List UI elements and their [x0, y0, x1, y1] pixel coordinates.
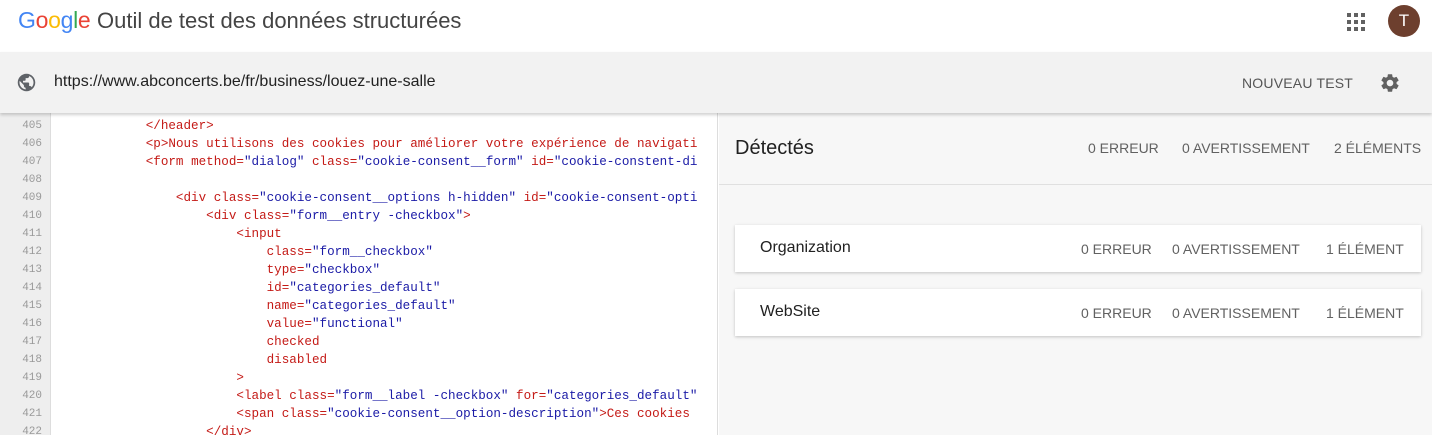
app-title: Outil de test des données structurées — [97, 8, 462, 33]
code-text: type="checkbox" — [266, 263, 380, 277]
code-line: 418 disabled — [0, 351, 717, 369]
code-line: 411 <input — [0, 225, 717, 243]
url-input[interactable]: https://www.abconcerts.be/fr/business/lo… — [54, 73, 436, 91]
code-line: 408 — [0, 171, 717, 189]
apps-grid-icon[interactable] — [1347, 13, 1365, 31]
top-bar: Google Outil de test des données structu… — [0, 0, 1432, 52]
line-number: 410 — [22, 210, 42, 222]
code-line: 410 <div class="form__entry -checkbox"> — [0, 207, 717, 225]
code-text: > — [236, 371, 244, 385]
results-panel: Détectés 0 ERREUR 0 AVERTISSEMENT 2 ÉLÉM… — [719, 113, 1432, 435]
result-card-elements: 1 ÉLÉMENT — [1326, 305, 1404, 321]
line-number: 411 — [22, 228, 42, 240]
logo-letter: G — [18, 7, 36, 33]
total-warnings: 0 AVERTISSEMENT — [1182, 140, 1310, 156]
line-number: 419 — [22, 372, 42, 384]
result-card-name: Organization — [760, 239, 851, 256]
code-text: checked — [266, 335, 320, 349]
avatar[interactable]: T — [1388, 5, 1420, 37]
code-text: </div> — [206, 425, 252, 435]
result-card-warnings: 0 AVERTISSEMENT — [1172, 305, 1300, 321]
code-line: 417 checked — [0, 333, 717, 351]
result-card-name: WebSite — [760, 303, 821, 320]
line-number: 422 — [22, 426, 42, 435]
code-text: </header> — [145, 119, 214, 133]
line-number: 413 — [22, 264, 42, 276]
result-card-warnings: 0 AVERTISSEMENT — [1172, 241, 1300, 257]
code-editor[interactable]: 405 </header> 406 <p>Nous utilisons des c… — [0, 113, 718, 435]
code-line: 416 value="functional" — [0, 315, 717, 333]
total-elements: 2 ÉLÉMENTS — [1334, 140, 1422, 156]
code-line: 421 <span class="cookie-consent__option-… — [0, 405, 717, 423]
code-text: <div class="form__entry -checkbox"> — [206, 209, 471, 223]
google-logo[interactable]: Google — [18, 7, 91, 34]
line-number: 406 — [22, 138, 42, 150]
logo-letter: o — [48, 7, 61, 33]
code-text: class="form__checkbox" — [266, 245, 433, 259]
logo-letter: e — [77, 7, 91, 33]
code-line: 415 name="categories_default" — [0, 297, 717, 315]
code-line: 422 </div> — [0, 423, 717, 435]
code-line: 406 <p>Nous utilisons des cookies pour a… — [0, 135, 717, 153]
code-text: name="categories_default" — [266, 299, 456, 313]
line-number: 412 — [22, 246, 42, 258]
line-number: 421 — [22, 408, 42, 420]
code-text: <input — [236, 227, 282, 241]
result-card-website[interactable]: WebSite 0 ERREUR 0 AVERTISSEMENT 1 ÉLÉME… — [735, 289, 1421, 336]
line-number: 416 — [22, 318, 42, 330]
line-number: 417 — [22, 336, 42, 348]
code-line: 409 <div class="cookie-consent__options … — [0, 189, 717, 207]
code-line: 419 > — [0, 369, 717, 387]
code-line: 420 <label class="form__label -checkbox"… — [0, 387, 717, 405]
result-card-elements: 1 ÉLÉMENT — [1326, 241, 1404, 257]
code-line: 413 type="checkbox" — [0, 261, 717, 279]
code-text: value="functional" — [266, 317, 403, 331]
result-card-errors: 0 ERREUR — [1081, 241, 1152, 257]
total-errors: 0 ERREUR — [1088, 140, 1159, 156]
url-bar: https://www.abconcerts.be/fr/business/lo… — [0, 52, 1432, 113]
code-text: id="categories_default" — [266, 281, 441, 295]
code-line: 405 </header> — [0, 117, 717, 135]
line-number: 407 — [22, 156, 42, 168]
code-text: <p>Nous utilisons des cookies pour améli… — [145, 137, 698, 151]
line-number: 408 — [22, 174, 42, 186]
code-text: <form method="dialog" class="cookie-cons… — [145, 155, 698, 169]
code-line: 412 class="form__checkbox" — [0, 243, 717, 261]
new-test-button[interactable]: NOUVEAU TEST — [1242, 75, 1353, 91]
line-number: 415 — [22, 300, 42, 312]
line-number: 418 — [22, 354, 42, 366]
line-number: 409 — [22, 192, 42, 204]
results-header: Détectés 0 ERREUR 0 AVERTISSEMENT 2 ÉLÉM… — [719, 113, 1432, 185]
logo-letter: o — [35, 7, 49, 33]
code-line: 407 <form method="dialog" class="cookie-… — [0, 153, 717, 171]
result-card-errors: 0 ERREUR — [1081, 305, 1152, 321]
code-text: disabled — [266, 353, 328, 367]
code-line: 414 id="categories_default" — [0, 279, 717, 297]
line-number: 414 — [22, 282, 42, 294]
line-number: 405 — [22, 120, 42, 132]
code-text: <span class="cookie-consent__option-desc… — [236, 407, 690, 421]
results-title: Détectés — [735, 137, 814, 159]
code-text: <div class="cookie-consent__options h-hi… — [175, 191, 698, 205]
logo-letter: g — [60, 7, 74, 33]
code-text: <label class="form__label -checkbox" for… — [236, 389, 698, 403]
gear-icon[interactable] — [1379, 72, 1401, 94]
line-number: 420 — [22, 390, 42, 402]
globe-icon — [17, 73, 36, 92]
result-card-organization[interactable]: Organization 0 ERREUR 0 AVERTISSEMENT 1 … — [735, 225, 1421, 272]
